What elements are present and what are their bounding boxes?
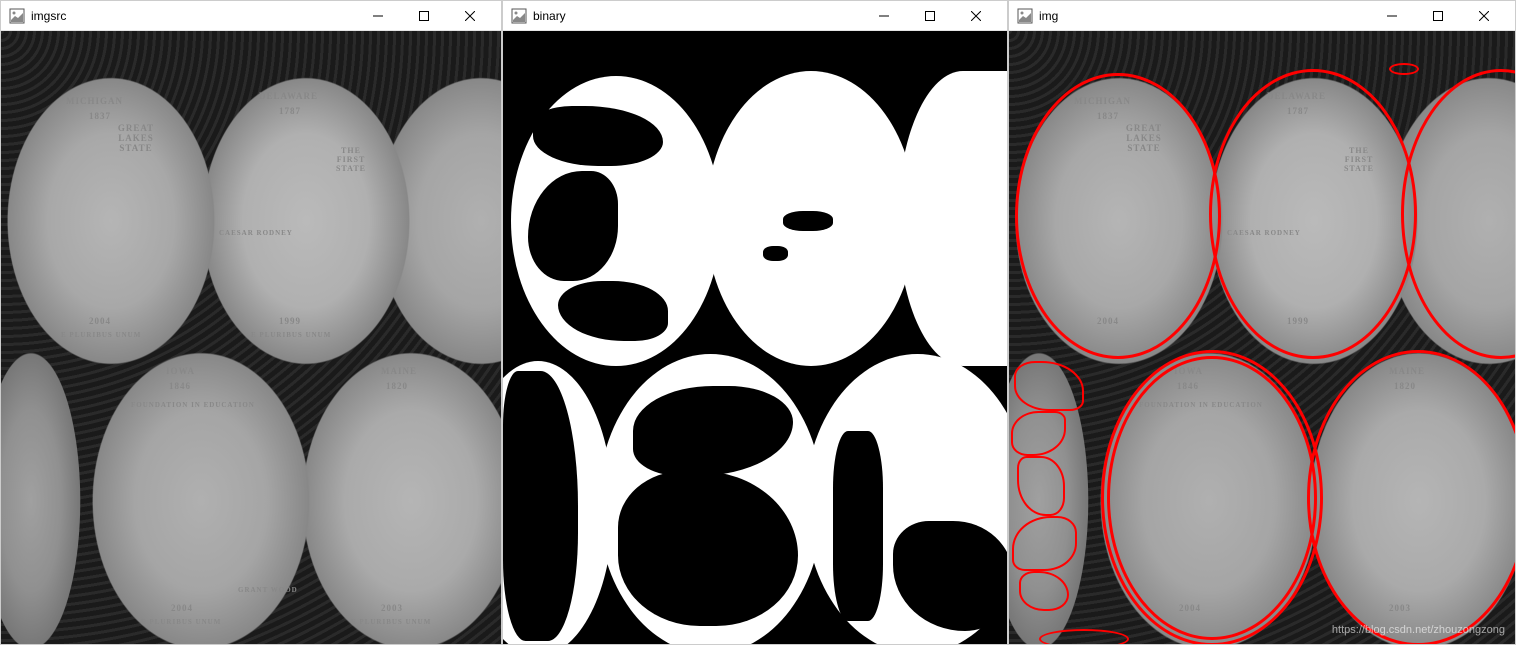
contour-scribble <box>1019 571 1069 611</box>
coin-text-maine-bottom: 2003 <box>381 603 403 613</box>
image-content-img: MICHIGAN 1837 GREAT LAKES STATE 2004 DEL… <box>1009 31 1515 644</box>
app-icon <box>9 8 25 24</box>
coin-text-epluribus-4: E PLURIBUS UNUM <box>351 618 431 626</box>
contour-ellipse-3 <box>1401 69 1515 359</box>
coin-text-michigan: MICHIGAN <box>66 96 123 106</box>
coin-text-iowa: IOWA <box>166 366 195 376</box>
binary-coin-3 <box>898 71 1007 366</box>
coin-text-maine-year: 1820 <box>386 381 408 391</box>
window-title: binary <box>533 9 861 23</box>
watermark-text: https://blog.csdn.net/zhouzongzong <box>1332 624 1505 636</box>
window-img: img MICHIGAN 1837 GREAT LAKES STATE 2004… <box>1008 0 1516 645</box>
contour-scribble <box>1389 63 1419 75</box>
coin-text-epluribus-3: E PLURIBUS UNUM <box>141 618 221 626</box>
binary-texture <box>503 371 578 641</box>
close-button[interactable] <box>953 1 999 31</box>
coin-text-delaware-bottom: 1999 <box>279 316 301 326</box>
app-icon <box>511 8 527 24</box>
contour-coin-image: MICHIGAN 1837 GREAT LAKES STATE 2004 DEL… <box>1009 31 1515 644</box>
close-button[interactable] <box>1461 1 1507 31</box>
window-controls <box>861 1 999 31</box>
minimize-button[interactable] <box>861 1 907 31</box>
minimize-button[interactable] <box>355 1 401 31</box>
contour-scribble <box>1011 411 1066 456</box>
contour-scribble <box>1039 629 1129 644</box>
binary-texture <box>783 211 833 231</box>
window-controls <box>355 1 493 31</box>
coin-text-iowa-bottom: 2004 <box>171 603 193 613</box>
contour-scribble <box>1014 361 1084 411</box>
titlebar-img[interactable]: img <box>1009 1 1515 31</box>
coin-text-maine: MAINE <box>381 366 417 376</box>
binary-coin-image <box>503 31 1007 644</box>
window-title: imgsrc <box>31 9 355 23</box>
contour-ellipse-6 <box>1307 350 1515 644</box>
window-imgsrc: imgsrc MICHIGAN 1837 GREAT LAKES STATE 2… <box>0 0 502 645</box>
titlebar-binary[interactable]: binary <box>503 1 1007 31</box>
contour-ellipse-1 <box>1015 73 1221 359</box>
coin-text-michigan-bottom: 2004 <box>89 316 111 326</box>
contour-ellipse-5b <box>1107 356 1317 640</box>
window-title: img <box>1039 9 1369 23</box>
maximize-button[interactable] <box>1415 1 1461 31</box>
coin-text-delaware-year: 1787 <box>279 106 301 116</box>
coin-text-delaware: DELAWARE <box>259 91 318 101</box>
maximize-button[interactable] <box>401 1 447 31</box>
grayscale-coin-image: MICHIGAN 1837 GREAT LAKES STATE 2004 E P… <box>1 31 501 644</box>
image-content-imgsrc: MICHIGAN 1837 GREAT LAKES STATE 2004 E P… <box>1 31 501 644</box>
coin-text-foundation: FOUNDATION IN EDUCATION <box>131 401 255 409</box>
maximize-button[interactable] <box>907 1 953 31</box>
coin-text-great-lakes: GREAT LAKES STATE <box>106 123 166 153</box>
contour-ellipse-2 <box>1209 69 1417 359</box>
coin-text-michigan-year: 1837 <box>89 111 111 121</box>
image-content-binary <box>503 31 1007 644</box>
titlebar-imgsrc[interactable]: imgsrc <box>1 1 501 31</box>
binary-texture <box>833 431 883 621</box>
coin-text-grant-wood: GRANT WOOD <box>238 586 298 594</box>
minimize-button[interactable] <box>1369 1 1415 31</box>
app-icon <box>1017 8 1033 24</box>
coin-text-iowa-year: 1846 <box>169 381 191 391</box>
window-binary: binary <box>502 0 1008 645</box>
binary-texture <box>763 246 788 261</box>
close-button[interactable] <box>447 1 493 31</box>
coin-text-first-state: THE FIRST STATE <box>331 146 371 173</box>
coin-text-epluribus-2: E PLURIBUS UNUM <box>251 331 331 339</box>
contour-scribble <box>1017 456 1065 516</box>
window-controls <box>1369 1 1507 31</box>
coin-text-caesar: CAESAR RODNEY <box>219 229 293 237</box>
coin-text-epluribus-1: E PLURIBUS UNUM <box>61 331 141 339</box>
contour-scribble <box>1012 516 1077 571</box>
